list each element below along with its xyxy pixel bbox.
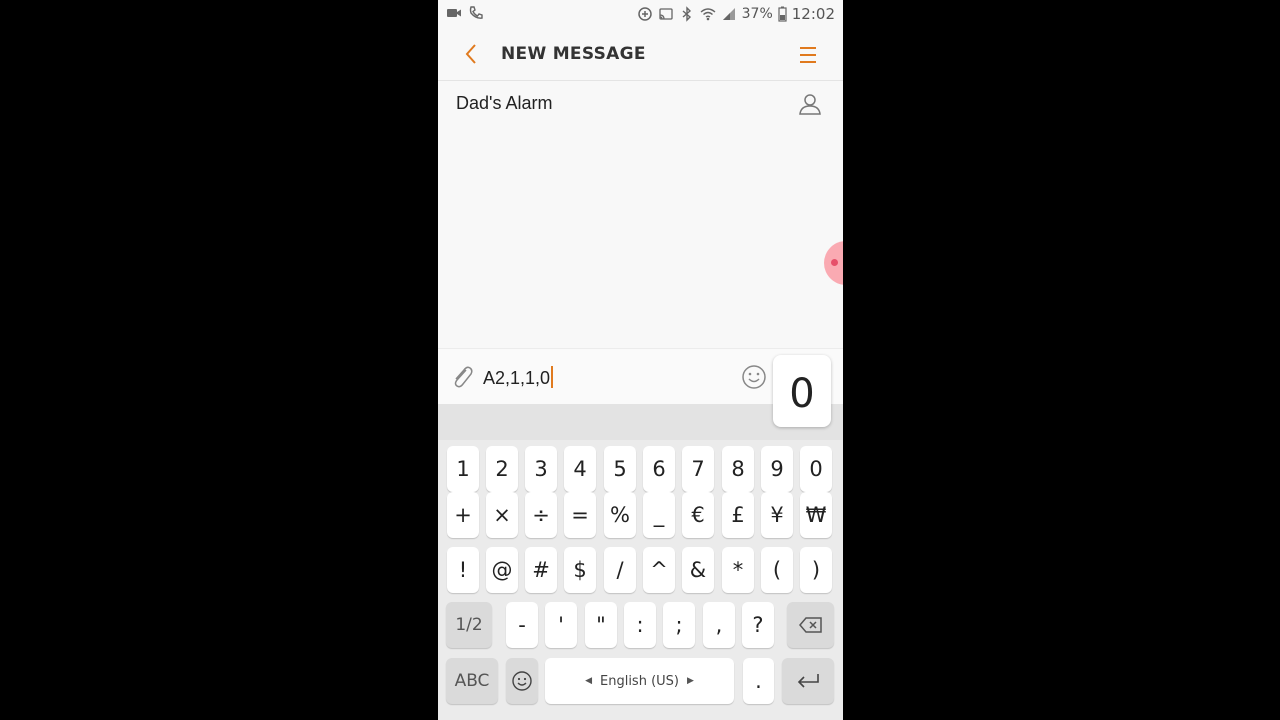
backspace-icon <box>798 617 822 633</box>
bluetooth-icon <box>682 6 691 22</box>
key-row2-4[interactable]: % <box>604 492 636 538</box>
key-row3-4[interactable]: / <box>604 547 636 593</box>
key-row3-9[interactable]: ) <box>800 547 832 593</box>
key-row2-6[interactable]: € <box>682 492 714 538</box>
key-row3-5[interactable]: ^ <box>643 547 675 593</box>
wifi-icon <box>700 8 716 21</box>
app-bar: NEW MESSAGE <box>438 28 843 80</box>
text-cursor <box>551 366 554 388</box>
symbol-keyboard: 1 2 3 4 5 6 7 8 9 0 + × ÷ =% _ € £ ¥ ₩! @ # $ / ^ & *() 1/2- ' ":;,?… <box>438 404 843 720</box>
recipient-name: Dad's Alarm <box>456 93 553 113</box>
key-row1-6[interactable]: 7 <box>682 446 714 492</box>
enter-icon <box>797 674 819 688</box>
key-row3-2[interactable]: # <box>525 547 557 593</box>
phone-call-icon <box>469 6 483 19</box>
data-saver-icon <box>637 7 652 21</box>
phone-screen: 37% 12:02 NEW MESSAGE Dad's Alarm A2,1,1… <box>438 0 843 720</box>
key-row3-8[interactable]: ( <box>761 547 793 593</box>
key-row4-4[interactable]: ; <box>663 602 695 648</box>
key-row3-3[interactable]: $ <box>564 547 596 593</box>
key-row4-3[interactable]: : <box>624 602 656 648</box>
period-key[interactable]: . <box>743 658 774 704</box>
clock: 12:02 <box>791 5 835 23</box>
key-row2-5[interactable]: _ <box>643 492 675 538</box>
status-bar: 37% 12:02 <box>438 0 843 28</box>
key-row4-0[interactable]: - <box>506 602 538 648</box>
key-preview-popup: 0 <box>773 355 831 427</box>
abc-key[interactable]: ABC <box>446 658 498 704</box>
language-right-arrow-icon: ▶ <box>686 676 694 686</box>
back-arrow-icon[interactable] <box>458 40 486 68</box>
key-row4-1[interactable]: ' <box>545 602 577 648</box>
recipient-field[interactable]: Dad's Alarm <box>438 80 843 128</box>
paperclip-icon[interactable] <box>448 363 476 391</box>
battery-percentage: 37% <box>741 6 773 22</box>
key-row4-2[interactable]: " <box>585 602 617 648</box>
key-row1-7[interactable]: 8 <box>722 446 754 492</box>
key-row1-9[interactable]: 0 <box>800 446 832 492</box>
key-row2-0[interactable]: + <box>447 492 479 538</box>
language-left-arrow-icon: ◀ <box>585 676 592 686</box>
key-row1-2[interactable]: 3 <box>525 446 557 492</box>
key-row1-4[interactable]: 5 <box>604 446 636 492</box>
key-row1-0[interactable]: 1 <box>447 446 479 492</box>
key-row2-9[interactable]: ₩ <box>800 492 832 538</box>
emoji-icon[interactable] <box>740 363 768 391</box>
key-row2-8[interactable]: ¥ <box>761 492 793 538</box>
key-row2-3[interactable]: = <box>564 492 596 538</box>
space-key[interactable]: ◀ English (US) ▶ <box>545 658 734 704</box>
message-input[interactable]: A2,1,1,0 <box>483 366 554 389</box>
video-call-icon <box>447 9 461 17</box>
emoji-key-icon <box>512 671 532 691</box>
key-row1-1[interactable]: 2 <box>486 446 518 492</box>
page-toggle-key[interactable]: 1/2 <box>446 602 492 648</box>
language-label: English (US) <box>600 673 679 689</box>
key-row3-1[interactable]: @ <box>486 547 518 593</box>
cast-icon <box>658 8 673 20</box>
key-row2-7[interactable]: £ <box>722 492 754 538</box>
key-row2-2[interactable]: ÷ <box>525 492 557 538</box>
key-row2-1[interactable]: × <box>486 492 518 538</box>
enter-key[interactable] <box>782 658 834 704</box>
backspace-key[interactable] <box>787 602 834 648</box>
contact-picker-icon[interactable] <box>797 91 823 117</box>
key-row4-5[interactable]: , <box>703 602 735 648</box>
key-row3-7[interactable]: * <box>722 547 754 593</box>
key-row1-8[interactable]: 9 <box>761 446 793 492</box>
message-text: A2,1,1,0 <box>483 368 551 388</box>
emoji-key[interactable] <box>506 658 538 704</box>
key-row1-3[interactable]: 4 <box>564 446 596 492</box>
key-row3-6[interactable]: & <box>682 547 714 593</box>
signal-icon <box>722 8 735 20</box>
key-row4-6[interactable]: ? <box>742 602 774 648</box>
menu-icon[interactable] <box>795 42 821 68</box>
page-title: NEW MESSAGE <box>501 44 646 64</box>
conversation-area <box>438 127 843 348</box>
battery-icon <box>778 6 787 22</box>
key-row3-0[interactable]: ! <box>447 547 479 593</box>
key-row1-5[interactable]: 6 <box>643 446 675 492</box>
